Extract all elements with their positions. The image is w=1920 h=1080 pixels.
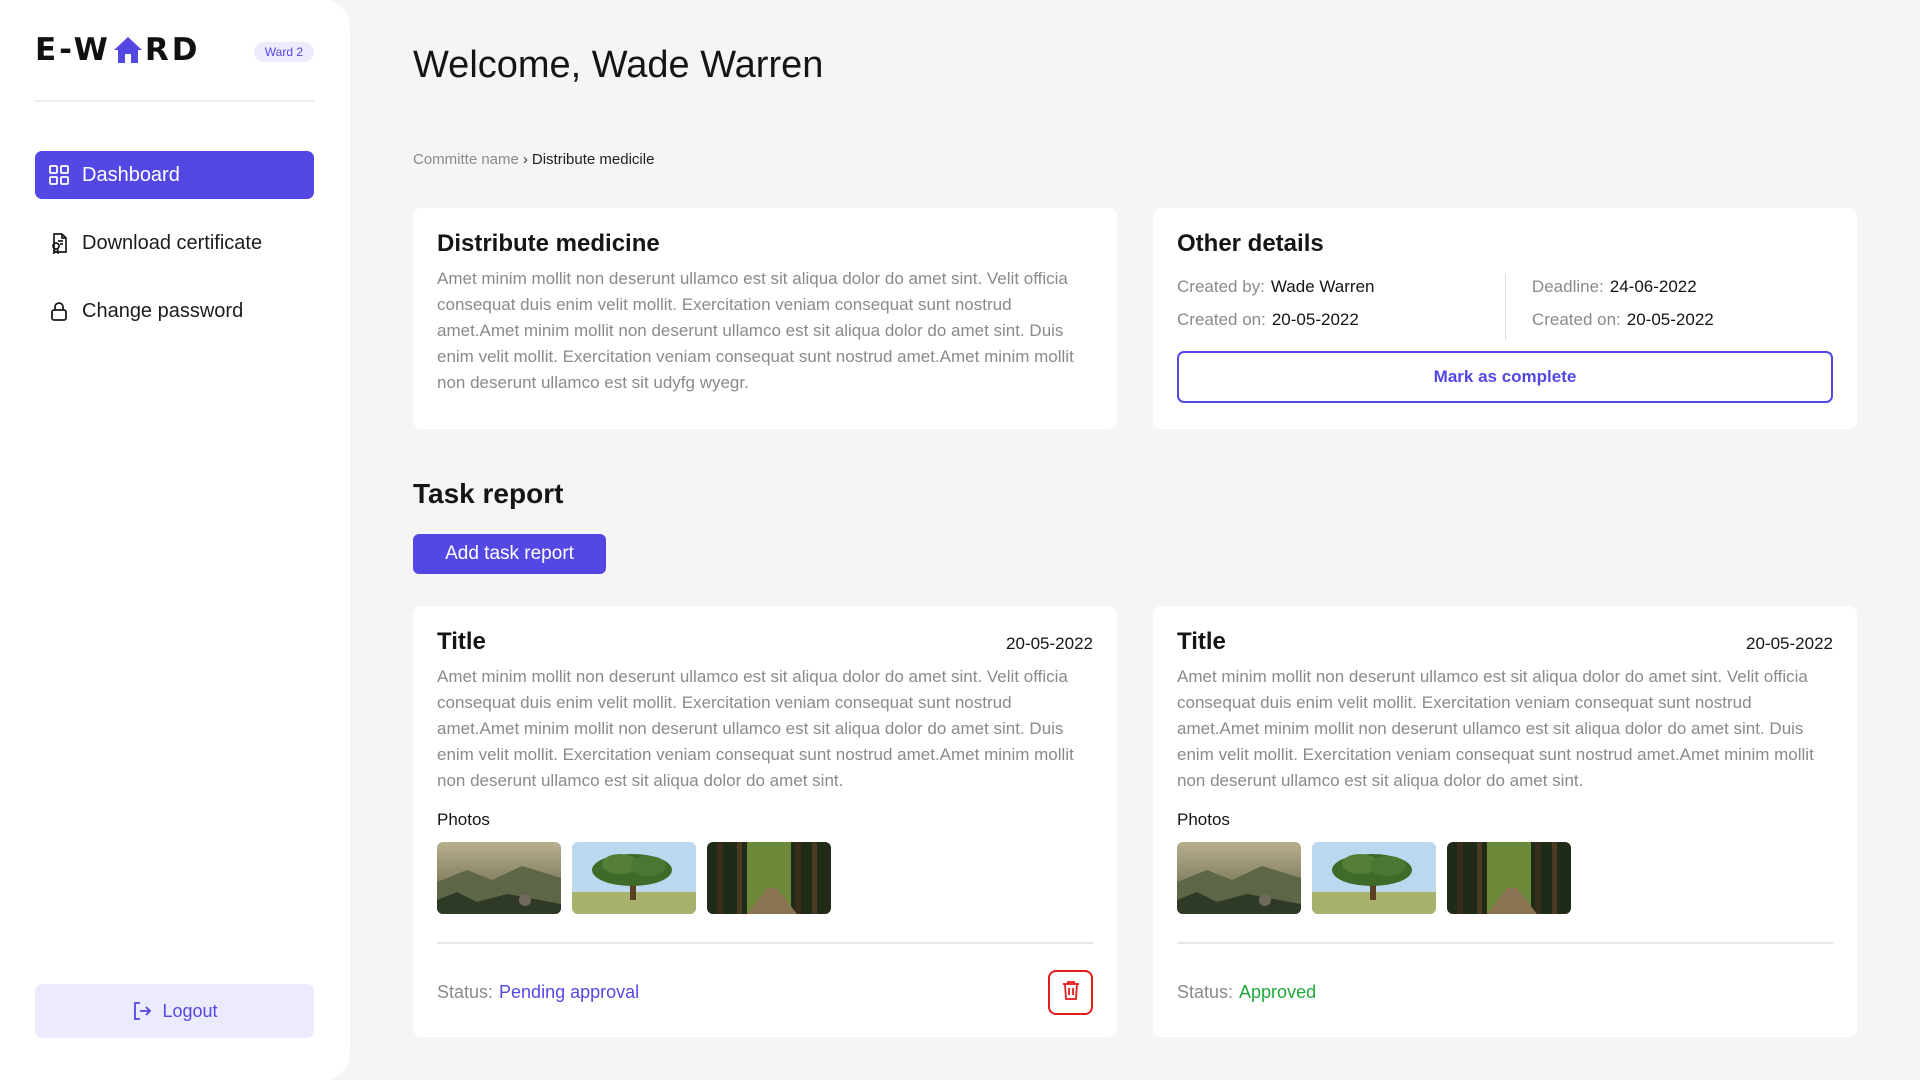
report-status: Status: Approved [1177,982,1316,1003]
breadcrumb: Committe name › Distribute medicile [413,151,654,168]
status-label: Status: [1177,981,1234,1002]
created-on-row: Created on: 20-05-2022 [1532,307,1833,333]
created-by-row: Created by: Wade Warren [1177,274,1505,300]
task-report-card: Title 20-05-2022 Amet minim mollit non d… [1153,606,1857,1037]
sidebar-item-label: Dashboard [82,163,180,186]
house-icon [113,35,143,65]
task-card: Distribute medicine Amet minim mollit no… [413,208,1117,429]
status-row: Status: Approved [1177,968,1833,1016]
deadline-row: Deadline: 24-06-2022 [1532,274,1833,300]
breadcrumb-separator: › [522,151,528,168]
status-badge: Pending approval [499,981,640,1002]
sidebar-item-dashboard[interactable]: Dashboard [35,151,314,199]
photo-thumbnail-mountain[interactable] [437,842,561,914]
photo-thumbnail-forest[interactable] [1447,842,1571,914]
sidebar-item-download-certificate[interactable]: Download certificate [35,219,314,267]
photos-label: Photos [1177,810,1230,829]
grid-icon [48,164,70,186]
logo-text-prefix: E-W [35,32,111,68]
photo-gallery [437,842,1093,914]
deadline-value: 24-06-2022 [1609,277,1697,296]
status-label: Status: [437,981,494,1002]
page-title: Welcome, Wade Warren [413,44,824,86]
details-title: Other details [1177,230,1324,257]
details-left-column: Created by: Wade Warren Created on: 20-05-… [1177,274,1505,340]
report-title: Title [437,628,486,655]
created-on-label: Created on: [1177,310,1266,329]
divider [437,942,1093,944]
created-on-label: Created on: [1531,310,1621,329]
status-badge: Approved [1239,981,1317,1002]
report-header: Title 20-05-2022 [1177,628,1833,656]
task-report-heading: Task report [413,478,564,509]
created-on-value: 20-05-2022 [1626,310,1714,329]
report-date: 20-05-2022 [1746,634,1833,653]
sidebar-item-change-password[interactable]: Change password [35,287,314,335]
logout-button[interactable]: Logout [35,984,314,1038]
certificate-icon [48,232,70,254]
trash-icon [1059,978,1083,1007]
report-title: Title [1177,628,1226,655]
mark-as-complete-button[interactable]: Mark as complete [1177,351,1833,403]
photo-thumbnail-tree[interactable] [572,842,696,914]
photo-gallery [1177,842,1833,914]
divider [1177,942,1833,944]
breadcrumb-current: Distribute medicile [531,151,655,168]
sidebar-item-label: Download certificate [82,231,263,254]
sidebar: E-W RD Ward 2 Dashboard Download certifi… [0,0,350,1080]
app-logo[interactable]: E-W RD [35,32,200,68]
sidebar-item-label: Change password [82,299,244,322]
details-right-column: Deadline: 24-06-2022 Created on: 20-05-202… [1504,274,1833,340]
breadcrumb-parent[interactable]: Committe name [413,151,519,168]
logout-icon [131,1000,153,1022]
task-report-card: Title 20-05-2022 Amet minim mollit non d… [413,606,1117,1037]
status-row: Status: Pending approval [437,968,1093,1016]
details-card: Other details Created by: Wade Warren Cre… [1153,208,1857,429]
task-description: Amet minim mollit non deserunt ullamco e… [437,269,1074,392]
add-task-report-button[interactable]: Add task report [413,534,606,574]
sidebar-nav: Dashboard Download certificate Change pa… [35,151,314,355]
report-description: Amet minim mollit non deserunt ullamco e… [1177,667,1814,790]
created-by-label: Created by: [1177,277,1265,296]
logout-label: Logout [162,1000,218,1021]
report-description: Amet minim mollit non deserunt ullamco e… [437,667,1074,790]
lock-icon [48,300,70,322]
report-date: 20-05-2022 [1006,634,1093,653]
photos-label: Photos [437,810,490,829]
delete-report-button[interactable] [1048,969,1093,1015]
brand-header: E-W RD Ward 2 [35,32,314,102]
details-grid: Created by: Wade Warren Created on: 20-05-… [1177,274,1833,340]
report-status: Status: Pending approval [437,982,639,1003]
report-header: Title 20-05-2022 [437,628,1093,656]
task-title: Distribute medicine [437,230,660,257]
photo-thumbnail-forest[interactable] [707,842,831,914]
logo-text-suffix: RD [144,32,201,68]
created-on-row: Created on: 20-05-2022 [1177,307,1505,333]
created-on-value: 20-05-2022 [1271,310,1359,329]
photo-thumbnail-mountain[interactable] [1177,842,1301,914]
created-by-value: Wade Warren [1270,277,1375,296]
ward-badge: Ward 2 [253,42,314,62]
deadline-label: Deadline: [1531,277,1604,296]
photo-thumbnail-tree[interactable] [1312,842,1436,914]
